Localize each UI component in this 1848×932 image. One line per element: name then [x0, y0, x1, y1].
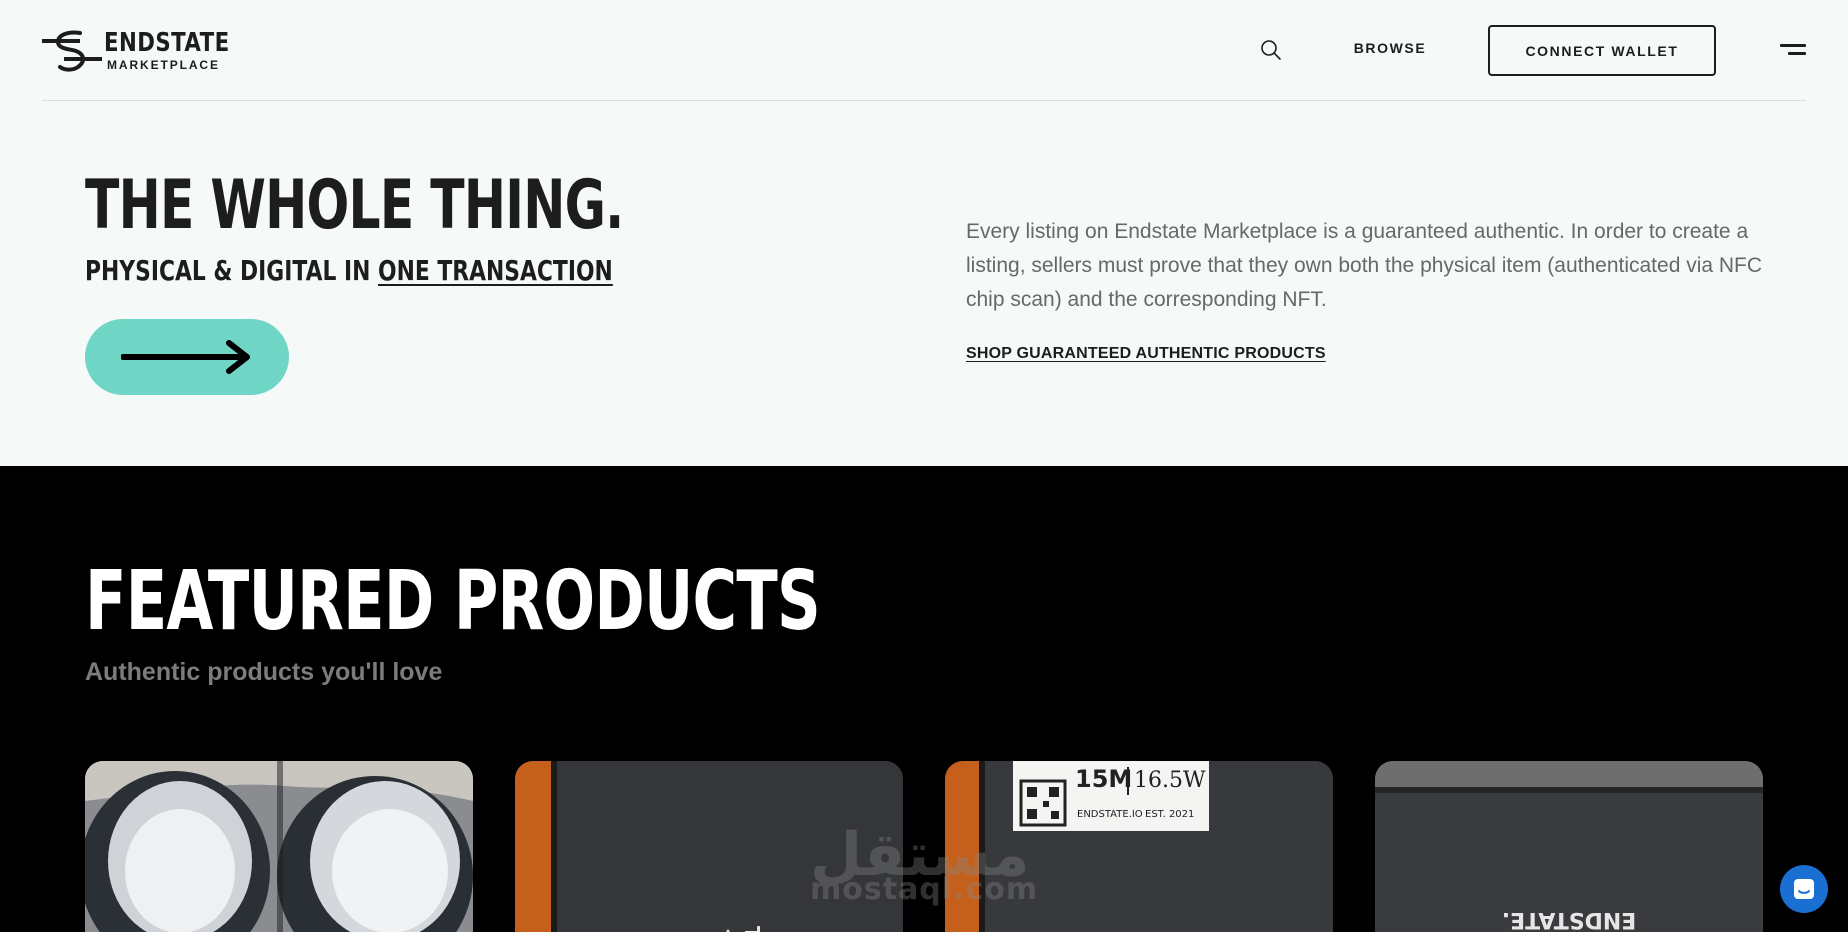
label-site: ENDSTATE.IO: [1077, 809, 1143, 820]
label-est: EST. 2021: [1145, 809, 1194, 820]
shoebox-lid-photo: ENDSTATE.: [1375, 761, 1763, 932]
label-size-w: 16.5W: [1134, 768, 1206, 793]
menu-icon-line-bottom: [1788, 52, 1806, 55]
hero-title: THE WHOLE THING.: [85, 166, 624, 245]
product-card[interactable]: [85, 761, 473, 932]
logo-wordmark: ENDSTATE: [104, 27, 230, 58]
menu-button[interactable]: [1776, 40, 1806, 60]
menu-icon-line-top: [1780, 44, 1806, 47]
featured-title: FEATURED PRODUCTS: [85, 554, 821, 649]
lid-text: ENDSTATE.: [1502, 907, 1637, 932]
shoebox-label-photo: 15M 16.5W ENDSTATE.IO EST. 2021: [945, 761, 1333, 932]
sneakers-photo: [85, 761, 473, 932]
logo-subtitle: MARKETPLACE: [107, 57, 220, 72]
svg-text:TE.: TE.: [740, 926, 764, 932]
product-card[interactable]: 15M 16.5W ENDSTATE.IO EST. 2021: [945, 761, 1333, 932]
browse-link[interactable]: BROWSE: [1340, 40, 1440, 56]
chat-icon: [1794, 879, 1814, 899]
label-size: 15M: [1075, 765, 1132, 793]
hero-subtitle-prefix: PHYSICAL & DIGITAL IN: [85, 254, 378, 287]
chat-button[interactable]: [1780, 865, 1828, 913]
search-button[interactable]: [1259, 38, 1283, 62]
featured-products-section: FEATURED PRODUCTS Authentic products you…: [0, 466, 1848, 932]
shoebox-endstate-photo: TE.: [515, 761, 903, 932]
product-card[interactable]: ENDSTATE.: [1375, 761, 1763, 932]
search-icon: [1261, 40, 1281, 60]
site-header: ENDSTATE MARKETPLACE BROWSE CONNECT WALL…: [0, 0, 1848, 101]
hero-arrow-button[interactable]: [85, 319, 289, 395]
hero-subtitle-underlined: ONE TRANSACTION: [377, 254, 613, 287]
featured-subtitle: Authentic products you'll love: [85, 658, 443, 686]
hero-subtitle: PHYSICAL & DIGITAL IN ONE TRANSACTION: [85, 254, 613, 288]
product-card[interactable]: TE.: [515, 761, 903, 932]
hero-description: Every listing on Endstate Marketplace is…: [966, 220, 1763, 311]
connect-wallet-button[interactable]: CONNECT WALLET: [1488, 25, 1716, 76]
header-divider: [42, 100, 1806, 101]
arrow-right-icon: [121, 340, 250, 374]
endstate-logo[interactable]: ENDSTATE MARKETPLACE: [42, 27, 257, 73]
endstate-logo-mark-icon: [42, 30, 102, 72]
shop-authentic-link[interactable]: SHOP GUARANTEED AUTHENTIC PRODUCTS: [966, 345, 1326, 363]
